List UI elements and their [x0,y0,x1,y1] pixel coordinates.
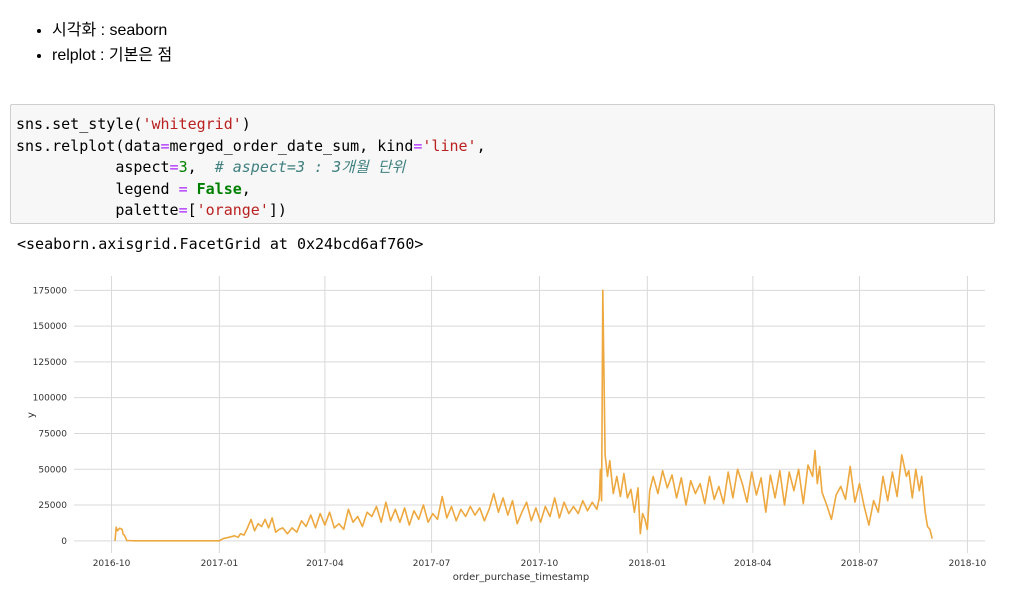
x-tick-label: 2018-04 [734,559,772,569]
x-tick-label: 2017-04 [306,559,344,569]
x-tick-label: 2018-10 [949,559,987,569]
y-tick-label: 175000 [33,286,68,296]
y-tick-label: 100000 [33,394,68,404]
x-tick-label: 2017-10 [521,559,559,569]
y-tick-label: 75000 [38,429,67,439]
x-tick-label: 2017-01 [201,559,239,569]
tick-labels: 0 25000 50000 75000 100000 125000 150000 175000… [33,286,987,569]
y-tick-label: 25000 [38,501,67,511]
y-tick-label: 50000 [38,465,67,475]
x-tick-label: 2018-01 [629,559,667,569]
y-axis-label: y [26,412,37,418]
y-tick-label: 125000 [33,358,68,368]
x-tick-label: 2016-10 [93,559,131,569]
x-tick-label: 2018-07 [841,559,879,569]
line-chart: 0 25000 50000 75000 100000 125000 150000 175000… [26,276,987,583]
series-line [114,289,933,542]
y-tick-label: 150000 [33,322,68,332]
x-tick-label: 2017-07 [413,559,451,569]
x-axis-label: order_purchase_timestamp [453,572,590,583]
y-tick-label: 0 [61,537,67,547]
